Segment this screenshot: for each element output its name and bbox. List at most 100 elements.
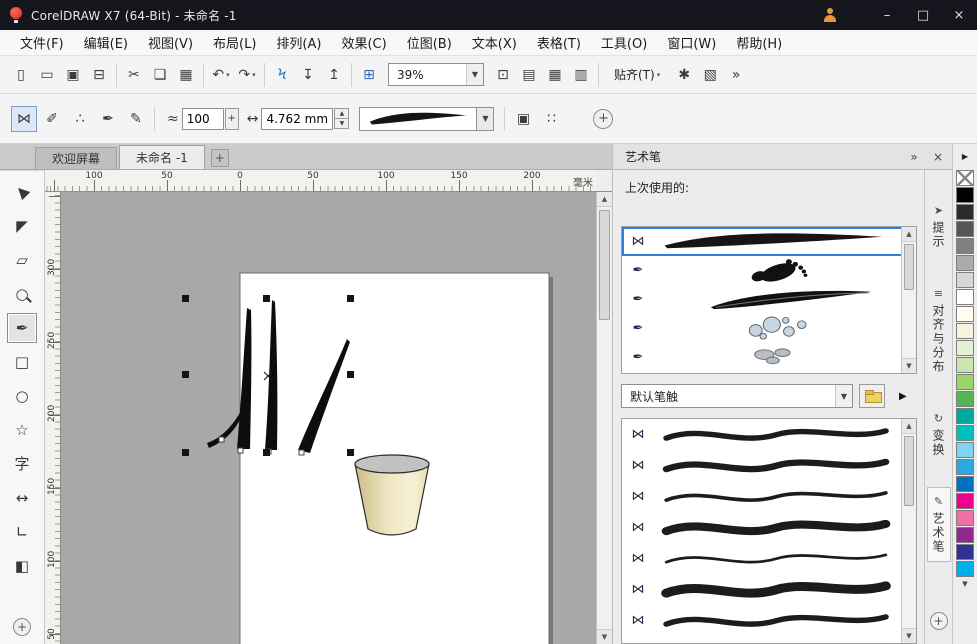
color-swatch[interactable] (956, 204, 974, 220)
artistic-media-tool[interactable]: ✒ (7, 313, 37, 343)
docker-collapse-button[interactable]: » (904, 147, 924, 167)
last-used-item-brush-stroke[interactable]: ⋈ (622, 227, 916, 256)
text-tool[interactable]: 字 (7, 449, 37, 479)
toolbar-fullscreen-preview-button[interactable]: ⊡ (491, 62, 515, 88)
default-stroke-item[interactable]: ⋈ (622, 450, 916, 481)
toolbar-search-content-button[interactable]: Ϟ (270, 62, 294, 88)
default-stroke-item[interactable]: ⋈ (622, 574, 916, 605)
stroke-preview-select[interactable] (359, 107, 477, 131)
side-tab-hints[interactable]: ➤提示 (927, 196, 951, 257)
scroll-up-button[interactable]: ▲ (597, 192, 612, 207)
default-stroke-item[interactable]: ⋈ (622, 419, 916, 450)
toolbar-show-guidelines-button[interactable]: ▥ (569, 62, 593, 88)
toolbar-show-rulers-button[interactable]: ▤ (517, 62, 541, 88)
color-swatch[interactable] (956, 306, 974, 322)
color-swatch[interactable] (956, 340, 974, 356)
add-tool-button[interactable]: + (13, 618, 31, 636)
color-swatch[interactable] (956, 391, 974, 407)
scroll-down-button[interactable]: ▼ (902, 358, 916, 373)
toolbar-paste-button[interactable]: ▦ (174, 62, 198, 88)
scroll-down-button[interactable]: ▼ (902, 628, 916, 643)
toolbar-print-button[interactable]: ⊟ (87, 62, 111, 88)
color-swatch[interactable] (956, 238, 974, 254)
default-stroke-item[interactable]: ⋈ (622, 512, 916, 543)
color-swatch[interactable] (956, 493, 974, 509)
toolbar-undo-button[interactable]: ↶▾ (209, 62, 233, 88)
scroll-up-button[interactable]: ▲ (902, 227, 916, 242)
color-swatch[interactable] (956, 561, 974, 577)
last-used-item-bubbles[interactable]: ✒ (622, 314, 916, 343)
zoom-level-select[interactable]: 39%▼ (388, 63, 484, 86)
snap-to-dropdown[interactable]: 贴齐(T)▾ (607, 63, 667, 87)
toolbar-show-grid-button[interactable]: ▦ (543, 62, 567, 88)
list-scrollbar[interactable]: ▲ ▼ (901, 419, 916, 643)
drawing-canvas[interactable] (61, 192, 596, 644)
toolbar-application-launcher-button[interactable]: ⊞ (357, 62, 381, 88)
toolbar-copy-button[interactable]: ❏ (148, 62, 172, 88)
palette-scroll-down-button[interactable]: ▼ (962, 580, 967, 588)
new-document-tab-button[interactable]: + (211, 149, 229, 167)
side-tab-artistic-media[interactable]: ✎艺术笔 (927, 487, 951, 562)
color-swatch[interactable] (956, 459, 974, 475)
maximize-button[interactable]: □ (905, 0, 941, 30)
toolbar-dock-editor-button[interactable]: ▧ (698, 62, 722, 88)
flyout-arrow-icon[interactable]: ▶ (899, 391, 907, 402)
smoothing-input[interactable] (182, 108, 224, 130)
toolbar-options-button[interactable]: ✱ (672, 62, 696, 88)
color-swatch[interactable] (956, 187, 974, 203)
color-swatch[interactable] (956, 510, 974, 526)
close-button[interactable]: × (941, 0, 977, 30)
color-swatch[interactable] (956, 357, 974, 373)
toolbar-new-document-button[interactable]: ▯ (9, 62, 33, 88)
rectangle-tool[interactable]: □ (7, 347, 37, 377)
interactive-fill-tool[interactable]: ◧ (7, 551, 37, 581)
spin-down-icon[interactable]: ▼ (334, 118, 349, 129)
menu-item[interactable]: 表格(T) (527, 29, 591, 56)
zoom-tool[interactable]: ○ (7, 279, 37, 309)
toolbar-overflow-button[interactable]: » (724, 62, 748, 88)
menu-item[interactable]: 工具(O) (591, 29, 657, 56)
scrollbar-thumb[interactable] (599, 210, 610, 320)
tab-untitled-1[interactable]: 未命名 -1 (119, 145, 205, 169)
default-stroke-item[interactable]: ⋈ (622, 543, 916, 574)
preset-mode-button[interactable]: ⋈ (11, 106, 37, 132)
scale-stroke-button[interactable]: ▣ (510, 106, 536, 132)
list-scrollbar[interactable]: ▲ ▼ (901, 227, 916, 373)
color-swatch[interactable] (956, 408, 974, 424)
menu-item[interactable]: 编辑(E) (74, 29, 138, 56)
color-swatch[interactable] (956, 289, 974, 305)
default-stroke-item[interactable]: ⋈ (622, 636, 916, 644)
scroll-down-button[interactable]: ▼ (597, 629, 612, 644)
side-tab-transform[interactable]: ↻变换 (927, 404, 951, 465)
color-swatch[interactable] (956, 272, 974, 288)
default-stroke-item[interactable]: ⋈ (622, 605, 916, 636)
pick-tool[interactable]: ▶ (7, 177, 37, 207)
menu-item[interactable]: 位图(B) (397, 29, 462, 56)
account-button[interactable] (817, 3, 843, 27)
quick-customize-strip-button[interactable]: + (930, 612, 948, 630)
stroke-width-stepper[interactable]: ▲ ▼ (334, 108, 349, 129)
palette-flyout-button[interactable]: ▶ (955, 148, 976, 164)
color-swatch[interactable] (956, 255, 974, 271)
toolbar-redo-button[interactable]: ↷▾ (235, 62, 259, 88)
menu-item[interactable]: 文本(X) (462, 29, 527, 56)
color-swatch[interactable] (956, 323, 974, 339)
last-used-item-footprint[interactable]: ✒ (622, 256, 916, 285)
toolbar-cut-button[interactable]: ✂ (122, 62, 146, 88)
toolbar-import-button[interactable]: ↧ (296, 62, 320, 88)
color-swatch[interactable] (956, 442, 974, 458)
connector-tool[interactable]: ∟ (7, 517, 37, 547)
color-swatch[interactable] (956, 476, 974, 492)
canvas-vertical-scrollbar[interactable]: ▲ ▼ (596, 192, 612, 644)
smoothing-slider-button[interactable]: + (225, 108, 239, 130)
minimize-button[interactable]: – (869, 0, 905, 30)
last-used-item-feather[interactable]: ✒ (622, 285, 916, 314)
menu-item[interactable]: 帮助(H) (726, 29, 792, 56)
color-swatch[interactable] (956, 374, 974, 390)
color-swatch[interactable] (956, 527, 974, 543)
brush-mode-button[interactable]: ✐ (39, 106, 65, 132)
scroll-up-button[interactable]: ▲ (902, 419, 916, 434)
menu-item[interactable]: 视图(V) (138, 29, 203, 56)
stroke-options-button[interactable]: ∷ (538, 106, 564, 132)
stroke-width-input[interactable] (261, 108, 333, 130)
